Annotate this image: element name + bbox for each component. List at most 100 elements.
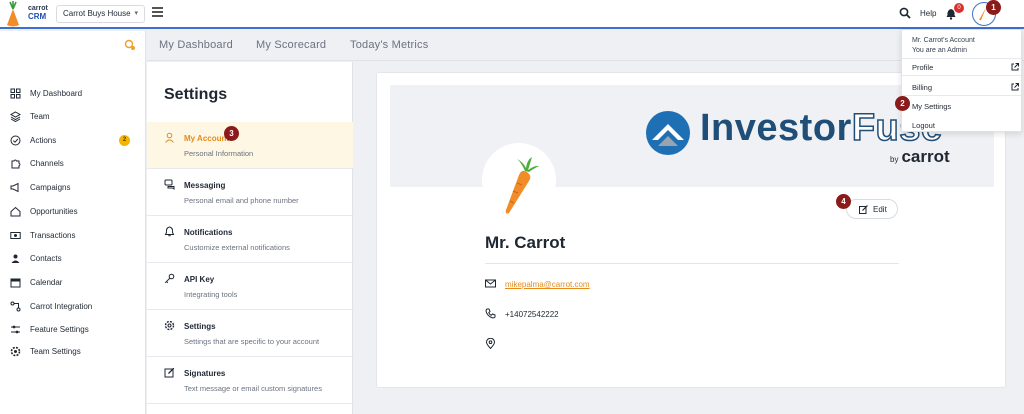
notification-count-badge: 0 bbox=[954, 3, 964, 13]
megaphone-icon bbox=[10, 182, 19, 193]
settings-item-messaging[interactable]: Messaging Personal email and phone numbe… bbox=[147, 169, 353, 216]
help-link[interactable]: Help bbox=[920, 9, 936, 18]
dropdown-item-my-settings[interactable]: My Settings bbox=[912, 102, 1021, 111]
sidebar-item-calendar[interactable]: Calendar bbox=[0, 273, 146, 293]
dropdown-divider bbox=[902, 95, 1021, 96]
sidebar-item-label: Carrot Integration bbox=[30, 302, 93, 311]
external-link-icon bbox=[1011, 83, 1019, 91]
sidebar: My Dashboard Team Actions 2 Channels Cam… bbox=[0, 31, 146, 414]
settings-item-title: Notifications bbox=[184, 228, 233, 237]
sidebar-item-channels[interactable]: Channels bbox=[0, 154, 146, 174]
phone-number: +14072542222 bbox=[505, 310, 559, 319]
key-icon bbox=[164, 273, 175, 284]
logo-brand-text: carrot bbox=[901, 147, 950, 166]
sidebar-item-label: My Dashboard bbox=[30, 89, 83, 98]
layers-icon bbox=[10, 111, 21, 122]
step-marker: 1 bbox=[986, 0, 1001, 15]
tab-my-dashboard[interactable]: My Dashboard bbox=[159, 39, 233, 51]
settings-item-api-key[interactable]: API Key Integrating tools bbox=[147, 263, 353, 310]
settings-item-title: Settings bbox=[184, 322, 216, 331]
settings-item-title: API Key bbox=[184, 275, 215, 284]
dashboard-icon bbox=[10, 88, 21, 99]
profile-name: Mr. Carrot bbox=[485, 233, 566, 252]
brand-line2: CRM bbox=[28, 12, 47, 21]
sidebar-item-carrot-integration[interactable]: Carrot Integration bbox=[0, 297, 146, 317]
settings-item-my-account[interactable]: My Account Personal Information bbox=[147, 122, 353, 169]
phone-icon bbox=[485, 308, 496, 319]
settings-item-title: My Account bbox=[184, 134, 230, 143]
user-icon bbox=[165, 132, 174, 143]
sidebar-item-label: Calendar bbox=[30, 278, 63, 287]
account-role-line: You are an Admin bbox=[912, 47, 968, 54]
step-marker: 4 bbox=[836, 194, 851, 209]
gear-icon bbox=[10, 346, 21, 357]
sidebar-item-campaigns[interactable]: Campaigns bbox=[0, 178, 146, 198]
settings-title: Settings bbox=[164, 86, 228, 103]
company-selector[interactable]: Carrot Buys House ▾ bbox=[56, 5, 145, 23]
dropdown-item-label: Profile bbox=[912, 63, 934, 72]
settings-item-subtitle: Personal email and phone number bbox=[184, 196, 299, 205]
settings-menu: Settings My Account Personal Information… bbox=[147, 62, 353, 414]
chat-icon bbox=[164, 179, 175, 190]
logo-main-text: Investor bbox=[700, 107, 852, 149]
company-name: Carrot Buys House bbox=[63, 9, 131, 18]
sidebar-item-my-dashboard[interactable]: My Dashboard bbox=[0, 84, 146, 104]
edit-icon bbox=[859, 205, 868, 214]
dropdown-divider bbox=[902, 75, 1021, 76]
sidebar-item-team-settings[interactable]: Team Settings bbox=[0, 342, 146, 362]
email-link[interactable]: mikepalma@carrot.com bbox=[505, 280, 590, 289]
sidebar-item-transactions[interactable]: Transactions bbox=[0, 226, 146, 246]
profile-divider bbox=[485, 263, 899, 264]
dropdown-item-billing[interactable]: Billing bbox=[912, 83, 1021, 92]
account-dropdown: Mr. Carrot's Account You are an Admin Pr… bbox=[901, 29, 1022, 132]
sidebar-item-label: Feature Settings bbox=[30, 325, 89, 334]
dropdown-item-logout[interactable]: Logout bbox=[912, 121, 1021, 130]
sidebar-item-label: Team bbox=[30, 112, 50, 121]
settings-item-subtitle: Text message or email custom signatures bbox=[184, 384, 322, 393]
brand-line1: carrot bbox=[28, 5, 48, 12]
location-pin-icon bbox=[485, 338, 496, 349]
step-marker: 2 bbox=[895, 96, 910, 111]
tab-todays-metrics[interactable]: Today's Metrics bbox=[350, 39, 428, 51]
step-marker: 3 bbox=[224, 126, 239, 141]
carrot-profile-icon bbox=[505, 157, 539, 214]
sidebar-item-label: Contacts bbox=[30, 254, 62, 263]
sidebar-item-label: Actions bbox=[30, 136, 57, 145]
users-icon bbox=[11, 254, 20, 263]
dropdown-header: Mr. Carrot's Account You are an Admin bbox=[912, 36, 975, 56]
sidebar-item-feature-settings[interactable]: Feature Settings bbox=[0, 320, 146, 340]
settings-item-subtitle: Customize external notifications bbox=[184, 243, 290, 252]
tab-my-scorecard[interactable]: My Scorecard bbox=[256, 39, 326, 51]
by-carrot-logo: by carrot bbox=[890, 147, 950, 167]
sliders-icon bbox=[11, 325, 20, 334]
bell-icon bbox=[164, 226, 175, 237]
dropdown-item-label: My Settings bbox=[912, 102, 952, 111]
settings-item-subtitle: Integrating tools bbox=[184, 290, 238, 299]
sidebar-item-team[interactable]: Team bbox=[0, 107, 146, 127]
settings-item-signatures[interactable]: Signatures Text message or email custom … bbox=[147, 357, 353, 404]
sidebar-item-label: Campaigns bbox=[30, 183, 71, 192]
external-link-icon bbox=[1011, 63, 1019, 71]
carrot-logo-icon[interactable] bbox=[3, 1, 23, 27]
sidebar-item-opportunities[interactable]: Opportunities bbox=[0, 202, 146, 222]
dropdown-item-profile[interactable]: Profile bbox=[912, 63, 1021, 72]
calendar-icon bbox=[10, 278, 21, 288]
settings-item-title: Messaging bbox=[184, 181, 226, 190]
sidebar-item-label: Opportunities bbox=[30, 207, 78, 216]
settings-switch-icon[interactable] bbox=[124, 39, 136, 51]
settings-item-settings[interactable]: Settings Settings that are specific to y… bbox=[147, 310, 353, 357]
dashboard-tabs: My Dashboard My Scorecard Today's Metric… bbox=[147, 31, 1024, 61]
home-icon bbox=[10, 206, 21, 217]
dropdown-divider bbox=[902, 58, 1021, 59]
sidebar-item-label: Team Settings bbox=[30, 347, 81, 356]
menu-icon[interactable] bbox=[152, 7, 163, 17]
edit-icon bbox=[164, 367, 175, 378]
settings-item-notifications[interactable]: Notifications Customize external notific… bbox=[147, 216, 353, 263]
edit-profile-button[interactable]: Edit bbox=[846, 199, 898, 219]
sidebar-item-contacts[interactable]: Contacts bbox=[0, 249, 146, 269]
logo-by-text: by bbox=[890, 155, 899, 164]
integration-icon bbox=[10, 301, 21, 312]
sidebar-item-actions[interactable]: Actions 2 bbox=[0, 131, 146, 151]
search-icon[interactable] bbox=[899, 7, 911, 19]
chevron-down-icon: ▾ bbox=[134, 10, 138, 17]
